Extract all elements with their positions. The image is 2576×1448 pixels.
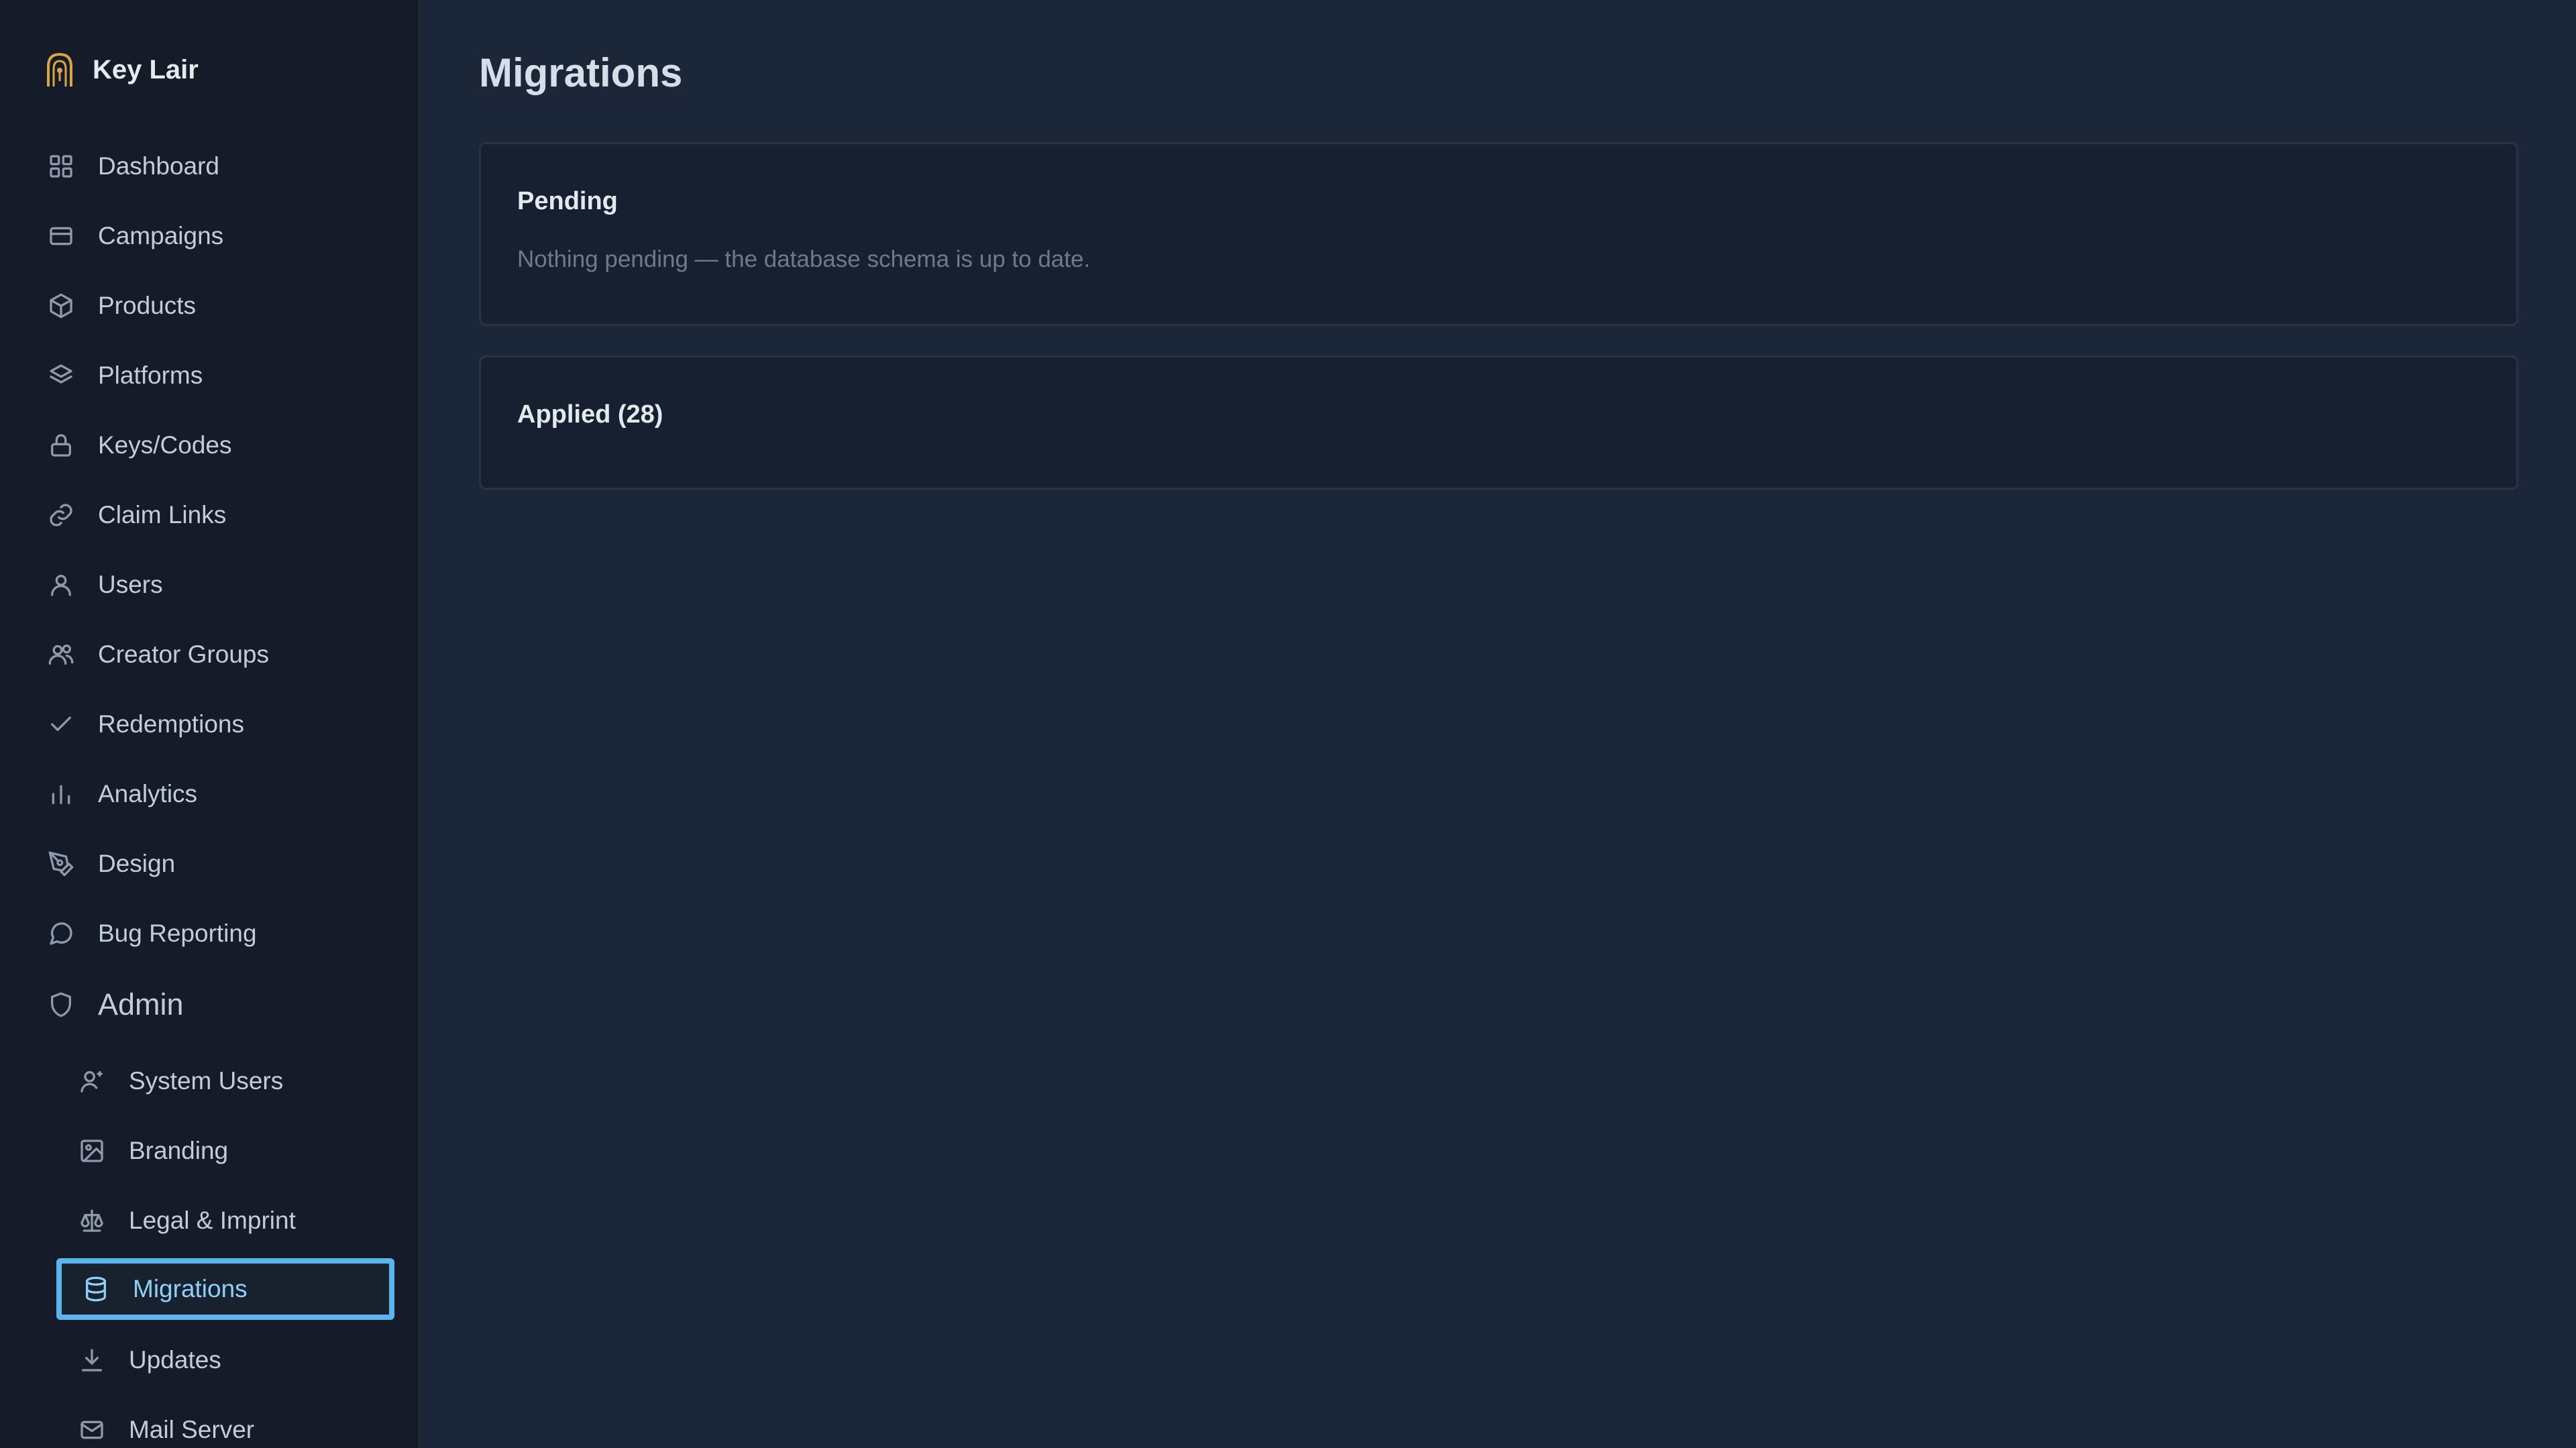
check-icon [47, 710, 75, 738]
user-cog-icon [78, 1067, 106, 1095]
sidebar-item-label: Analytics [98, 780, 198, 807]
sidebar-item-label: Campaigns [98, 222, 224, 249]
app-window: Key Lair Dashboard Campaigns Products Pl… [0, 0, 2576, 1448]
link-icon [47, 501, 75, 529]
sidebar-item-redemptions[interactable]: Redemptions [47, 703, 396, 746]
sidebar-item-dashboard[interactable]: Dashboard [47, 145, 396, 188]
package-icon [47, 292, 75, 320]
sidebar-item-label: Redemptions [98, 710, 245, 738]
sidebar-item-bug-reporting[interactable]: Bug Reporting [47, 912, 396, 955]
sidebar-item-mail-server[interactable]: Mail Server [78, 1408, 386, 1448]
sidebar-item-label: Updates [129, 1346, 221, 1374]
pending-card: Pending Nothing pending — the database s… [479, 142, 2518, 326]
sidebar-item-users[interactable]: Users [47, 563, 396, 606]
pending-title: Pending [517, 187, 618, 215]
sidebar-item-design[interactable]: Design [47, 842, 396, 885]
message-circle-icon [47, 920, 75, 948]
sidebar-item-label: System Users [129, 1067, 284, 1095]
sidebar-item-label: Legal & Imprint [129, 1207, 296, 1234]
sidebar-item-system-users[interactable]: System Users [78, 1060, 386, 1103]
layers-icon [47, 361, 75, 390]
sidebar-item-branding[interactable]: Branding [78, 1129, 386, 1172]
page-title: Migrations [479, 50, 683, 95]
download-icon [78, 1346, 106, 1374]
sidebar-item-label: Platforms [98, 361, 203, 389]
brand[interactable]: Key Lair [44, 50, 199, 90]
sidebar-group-admin[interactable]: Admin [47, 983, 396, 1026]
sidebar-item-updates[interactable]: Updates [78, 1339, 386, 1382]
sidebar-item-label: Mail Server [129, 1416, 255, 1443]
sidebar-item-creator-groups[interactable]: Creator Groups [47, 633, 396, 676]
main-content: Migrations Pending Nothing pending — the… [421, 0, 2576, 1448]
sidebar-item-claim-links[interactable]: Claim Links [47, 494, 396, 537]
database-icon [82, 1275, 110, 1303]
mail-icon [78, 1416, 106, 1444]
applied-card[interactable]: Applied (28) [479, 355, 2518, 490]
image-icon [78, 1137, 106, 1165]
sidebar-group-label: Admin [98, 987, 184, 1021]
sidebar-item-migrations[interactable]: Migrations [56, 1258, 394, 1320]
sidebar-item-keys-codes[interactable]: Keys/Codes [47, 424, 396, 467]
bar-chart-icon [47, 780, 75, 808]
sidebar-item-label: Branding [129, 1137, 229, 1164]
sidebar-item-label: Products [98, 292, 197, 319]
pen-tool-icon [47, 850, 75, 878]
sidebar-item-legal-imprint[interactable]: Legal & Imprint [78, 1199, 386, 1242]
app-name: Key Lair [93, 54, 199, 85]
sidebar-item-analytics[interactable]: Analytics [47, 773, 396, 816]
users-icon [47, 641, 75, 669]
sidebar-item-label: Bug Reporting [98, 920, 257, 947]
lair-logo-icon [44, 52, 75, 88]
sidebar-item-label: Keys/Codes [98, 431, 232, 459]
sidebar-item-platforms[interactable]: Platforms [47, 354, 396, 397]
sidebar-item-label: Design [98, 850, 176, 877]
pending-message: Nothing pending — the database schema is… [517, 246, 1091, 272]
sidebar-item-label: Users [98, 571, 163, 598]
sidebar-item-label: Dashboard [98, 152, 220, 180]
sidebar-item-products[interactable]: Products [47, 284, 396, 327]
shield-icon [47, 991, 75, 1019]
card-icon [47, 222, 75, 250]
lock-icon [47, 431, 75, 459]
sidebar-item-label: Claim Links [98, 501, 227, 528]
user-icon [47, 571, 75, 599]
sidebar: Key Lair Dashboard Campaigns Products Pl… [0, 0, 420, 1448]
applied-title: Applied (28) [517, 400, 663, 429]
sidebar-item-label: Creator Groups [98, 641, 269, 668]
scale-icon [78, 1207, 106, 1235]
dashboard-grid-icon [47, 152, 75, 180]
sidebar-item-label: Migrations [133, 1275, 248, 1302]
sidebar-item-campaigns[interactable]: Campaigns [47, 215, 396, 258]
